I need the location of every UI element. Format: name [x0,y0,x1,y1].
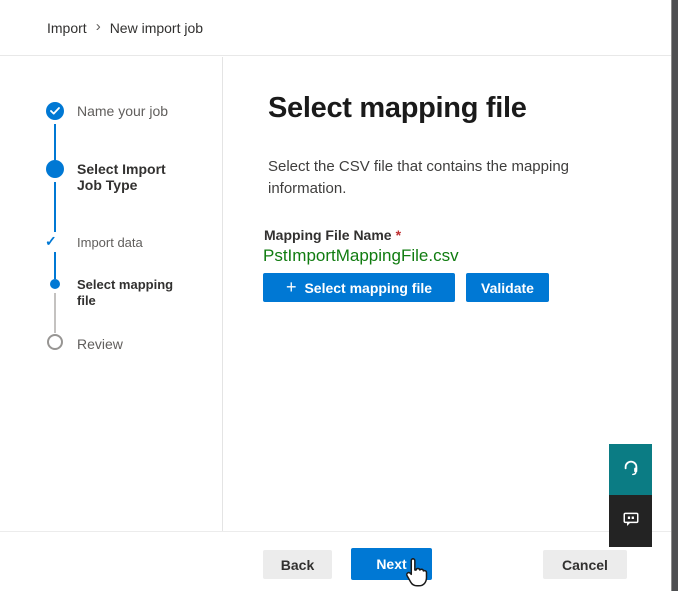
step-connector [54,252,56,279]
page-description: Select the CSV file that contains the ma… [268,156,626,200]
mapping-file-name-value: PstImportMappingFile.csv [263,246,459,266]
step-label: Select mapping file [77,277,189,309]
wizard-stepper: Name your job Select Import Job Type ✓ I… [0,57,222,531]
breadcrumb-import-link[interactable]: Import [47,20,87,36]
substep-check-icon: ✓ [45,234,57,248]
mapping-actions: + Select mapping file Validate [263,273,549,302]
help-button[interactable] [609,444,652,495]
step-connector [54,124,56,160]
breadcrumb: Import › New import job [0,0,671,56]
import-wizard-dialog: Import › New import job Name your job Se… [0,0,678,591]
step-upcoming-circle-icon [47,334,63,350]
step-connector [54,182,56,232]
step-connector [54,293,56,333]
footer-divider [0,531,671,532]
cancel-button[interactable]: Cancel [543,550,627,579]
step-label: Review [77,336,189,352]
step-current-circle-icon [46,160,64,178]
select-mapping-file-button[interactable]: + Select mapping file [263,273,455,302]
sidebar-divider [222,57,223,531]
feedback-chat-icon [622,510,640,533]
next-button[interactable]: Next [351,548,432,580]
mapping-file-name-label: Mapping File Name* [264,227,401,243]
step-label: Select Import Job Type [77,161,189,193]
feedback-button[interactable] [609,495,652,547]
scrollbar[interactable] [671,0,678,591]
plus-icon: + [286,278,297,296]
substep-current-dot-icon [50,279,60,289]
breadcrumb-current-page: New import job [110,20,203,36]
field-label-text: Mapping File Name [264,227,392,243]
step-label: Name your job [77,103,189,119]
page-title: Select mapping file [268,92,527,125]
back-button[interactable]: Back [263,550,332,579]
headset-icon [622,458,640,481]
breadcrumb-chevron-icon: › [96,18,101,35]
select-mapping-file-label: Select mapping file [304,280,432,296]
step-label: Import data [77,235,189,251]
validate-button[interactable]: Validate [466,273,549,302]
step-completed-check-icon [46,102,64,120]
required-asterisk: * [396,227,401,243]
